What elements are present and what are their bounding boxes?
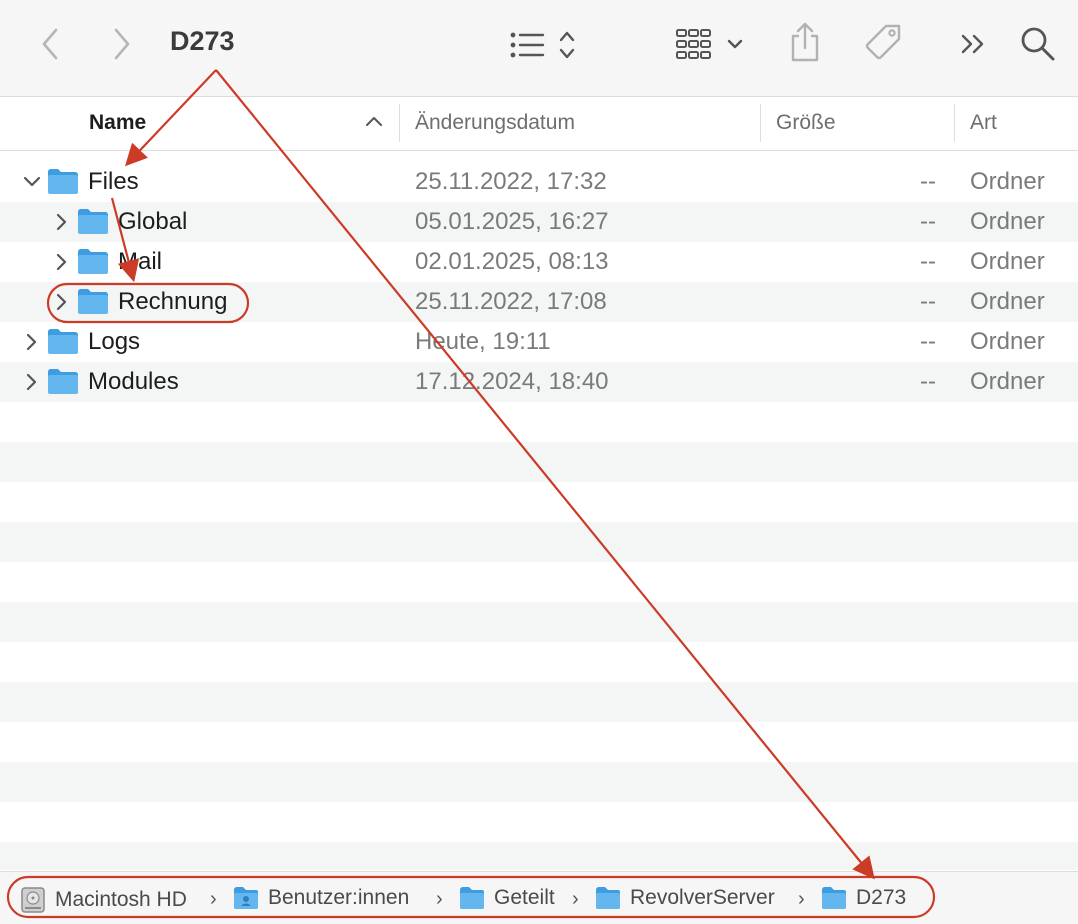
row-size: -- xyxy=(920,368,936,395)
group-button[interactable] xyxy=(673,24,747,64)
row-size: -- xyxy=(920,208,936,235)
row-name: Mail xyxy=(118,248,163,275)
row-kind: Ordner xyxy=(970,168,1045,195)
row-kind: Ordner xyxy=(970,368,1045,395)
more-button[interactable] xyxy=(958,28,990,60)
table-row[interactable]: Files 25.11.2022, 17:32 -- Ordner xyxy=(0,162,1078,202)
path-item-label: RevolverServer xyxy=(630,886,775,909)
disclosure-collapsed-icon[interactable] xyxy=(21,331,43,353)
disclosure-expanded-icon[interactable] xyxy=(21,171,43,193)
table-row[interactable]: Mail 02.01.2025, 08:13 -- Ordner xyxy=(0,242,1078,282)
column-divider[interactable] xyxy=(399,104,400,142)
row-modified: Heute, 19:11 xyxy=(415,328,551,355)
disclosure-collapsed-icon[interactable] xyxy=(51,211,73,233)
path-bar: Macintosh HD › Benutzer:innen › Geteilt … xyxy=(0,871,1078,924)
row-kind: Ordner xyxy=(970,208,1045,235)
list-view-icon xyxy=(510,31,575,59)
sort-ascending-icon xyxy=(366,117,382,126)
search-button[interactable] xyxy=(1018,24,1058,64)
path-item-label: D273 xyxy=(856,886,907,909)
view-mode-button[interactable] xyxy=(505,26,585,64)
hard-disk-icon xyxy=(21,887,45,913)
column-size[interactable]: Größe xyxy=(776,111,836,135)
window-title: D273 xyxy=(170,26,235,56)
folder-icon xyxy=(48,169,78,194)
row-name: Modules xyxy=(88,368,179,395)
column-header: Name Änderungsdatum Größe Art xyxy=(0,98,1078,151)
chevron-right-icon xyxy=(114,28,130,60)
row-kind: Ordner xyxy=(970,248,1045,275)
row-name: Rechnung xyxy=(118,288,228,315)
table-row[interactable]: Logs Heute, 19:11 -- Ordner xyxy=(0,322,1078,362)
forward-button[interactable] xyxy=(108,26,136,62)
path-separator: › xyxy=(798,888,805,910)
disclosure-collapsed-icon[interactable] xyxy=(21,371,43,393)
empty-row-stripe xyxy=(0,682,1078,722)
disclosure-collapsed-icon[interactable] xyxy=(51,291,73,313)
search-icon xyxy=(1021,27,1055,61)
path-item-shared[interactable]: Geteilt xyxy=(459,886,555,910)
column-name[interactable]: Name xyxy=(89,111,146,135)
toolbar: D273 xyxy=(0,0,1078,97)
row-size: -- xyxy=(920,288,936,315)
disclosure-collapsed-icon[interactable] xyxy=(51,251,73,273)
row-name: Global xyxy=(118,208,188,235)
path-item-label: Benutzer:innen xyxy=(268,886,410,909)
empty-row-stripe xyxy=(0,842,1078,870)
row-size: -- xyxy=(920,248,936,275)
chevron-left-icon xyxy=(42,28,58,60)
row-modified: 25.11.2022, 17:08 xyxy=(415,288,607,315)
folder-icon xyxy=(78,209,108,234)
row-name: Logs xyxy=(88,328,141,355)
path-item-label: Geteilt xyxy=(494,886,555,909)
more-icon xyxy=(961,34,984,54)
tag-icon xyxy=(865,24,901,60)
folder-icon xyxy=(78,249,108,274)
empty-row-stripe xyxy=(0,762,1078,802)
folder-icon xyxy=(822,887,846,909)
row-size: -- xyxy=(920,328,936,355)
folder-icon xyxy=(460,887,484,909)
empty-row-stripe xyxy=(0,522,1078,562)
share-icon xyxy=(791,22,819,62)
column-kind[interactable]: Art xyxy=(970,111,997,135)
row-modified: 02.01.2025, 08:13 xyxy=(415,248,609,275)
path-item-users[interactable]: Benutzer:innen xyxy=(233,886,409,910)
path-item-label: Macintosh HD xyxy=(55,888,187,911)
path-item-macintosh-hd[interactable]: Macintosh HD xyxy=(20,886,187,914)
empty-row-stripe xyxy=(0,442,1078,482)
column-modified[interactable]: Änderungsdatum xyxy=(415,111,575,135)
table-row[interactable]: Global 05.01.2025, 16:27 -- Ordner xyxy=(0,202,1078,242)
row-modified: 25.11.2022, 17:32 xyxy=(415,168,607,195)
path-item-revolverserver[interactable]: RevolverServer xyxy=(595,886,775,910)
row-size: -- xyxy=(920,168,936,195)
column-divider[interactable] xyxy=(760,104,761,142)
column-divider[interactable] xyxy=(954,104,955,142)
user-folder-icon xyxy=(234,887,258,909)
file-list: Files 25.11.2022, 17:32 -- Ordner Global… xyxy=(0,162,1078,870)
folder-icon xyxy=(596,887,620,909)
row-kind: Ordner xyxy=(970,288,1045,315)
tag-button[interactable] xyxy=(862,22,904,66)
table-row[interactable]: Modules 17.12.2024, 18:40 -- Ordner xyxy=(0,362,1078,402)
path-separator: › xyxy=(436,888,443,910)
empty-row-stripe xyxy=(0,602,1078,642)
row-modified: 17.12.2024, 18:40 xyxy=(415,368,609,395)
back-button[interactable] xyxy=(36,26,64,62)
share-button[interactable] xyxy=(787,20,823,64)
path-separator: › xyxy=(572,888,579,910)
folder-icon xyxy=(48,369,78,394)
folder-icon xyxy=(48,329,78,354)
path-separator: › xyxy=(210,888,217,910)
row-kind: Ordner xyxy=(970,328,1045,355)
grid-group-icon xyxy=(676,29,743,59)
row-name: Files xyxy=(88,168,139,195)
row-modified: 05.01.2025, 16:27 xyxy=(415,208,609,235)
folder-icon xyxy=(78,289,108,314)
table-row[interactable]: Rechnung 25.11.2022, 17:08 -- Ordner xyxy=(0,282,1078,322)
path-item-d273[interactable]: D273 xyxy=(821,886,906,910)
